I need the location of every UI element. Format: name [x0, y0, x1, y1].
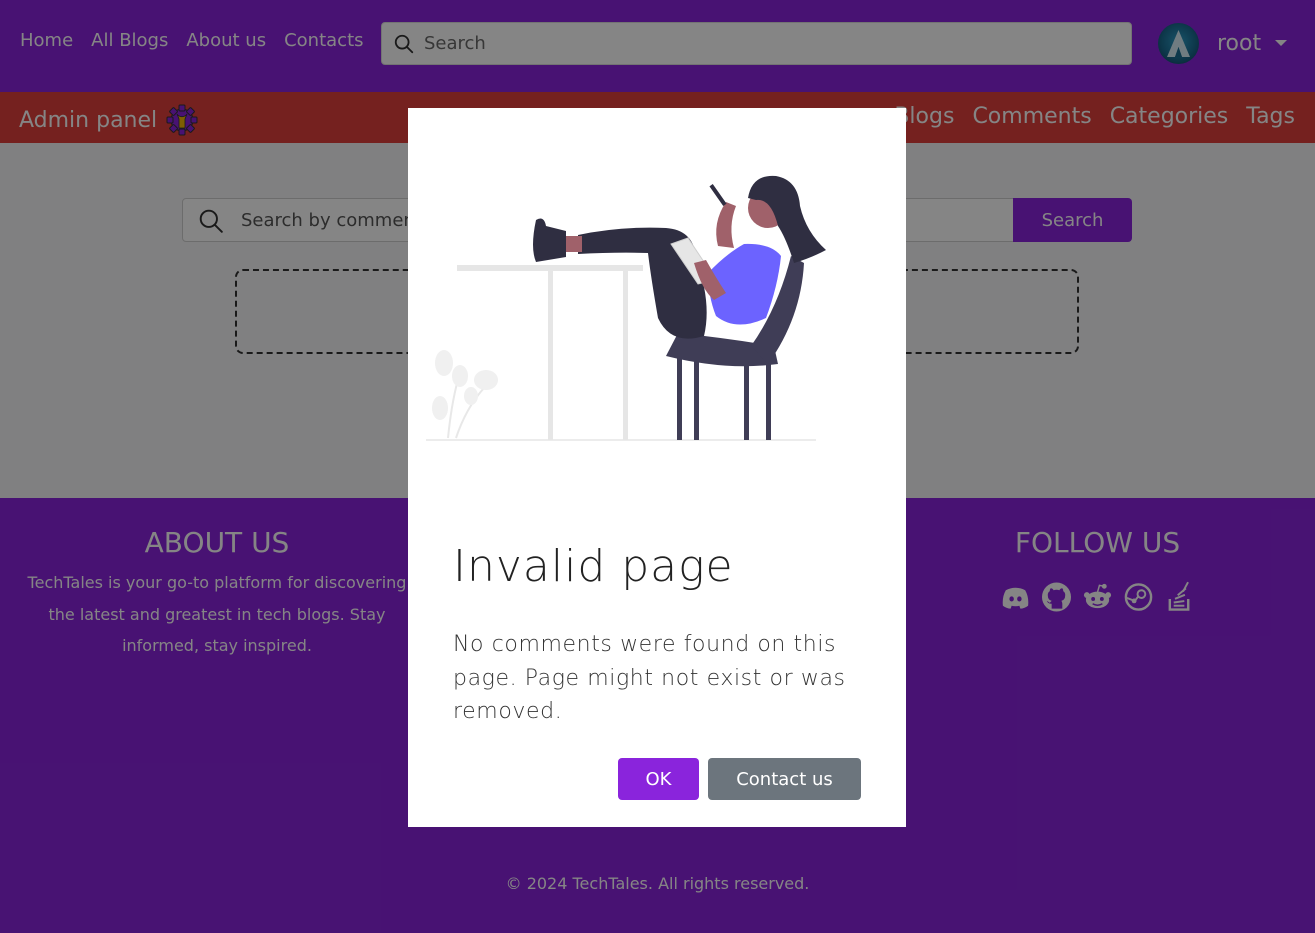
modal-message: No comments were found on this page. Pag…	[453, 632, 846, 724]
contact-us-button[interactable]: Contact us	[708, 758, 861, 800]
reading-woman-illustration	[426, 175, 826, 441]
modal-title: Invalid page	[453, 541, 734, 592]
ok-button[interactable]: OK	[618, 758, 699, 800]
invalid-page-modal: Invalid page No comments were found on t…	[408, 108, 906, 827]
